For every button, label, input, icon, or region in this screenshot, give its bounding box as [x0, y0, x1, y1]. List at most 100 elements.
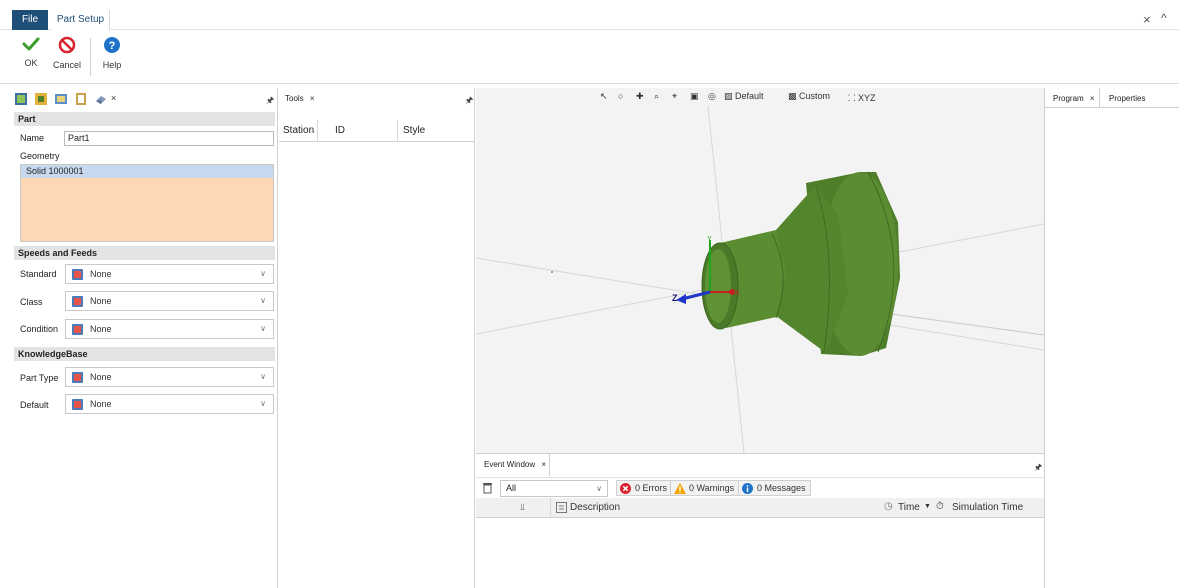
default-view-label: Default [735, 91, 764, 101]
close-tab-icon[interactable]: × [111, 93, 116, 103]
description-column-header[interactable]: Description [570, 502, 620, 513]
style-column-header[interactable]: Style [403, 125, 425, 136]
ribbon-separator [90, 38, 91, 76]
collapse-ribbon-icon[interactable]: ^ [1161, 11, 1167, 25]
chevron-down-icon: ∨ [260, 372, 266, 381]
xyz-view-button[interactable]: ⸬ XYZ [848, 91, 875, 104]
ok-label: OK [24, 58, 38, 68]
help-button[interactable]: ? Help [97, 36, 127, 80]
standard-dropdown[interactable]: None ∨ [65, 264, 274, 284]
clock-icon: ◷ [884, 501, 893, 512]
help-icon: ? [104, 37, 120, 53]
pin-icon[interactable]: 🖈 [1034, 460, 1042, 476]
station-column-header[interactable]: Station [283, 125, 314, 136]
class-value: None [90, 296, 112, 306]
list-item[interactable]: Solid 1000001 [21, 165, 273, 178]
time-column-header[interactable]: Time [898, 502, 920, 513]
close-tab-icon[interactable]: × [541, 460, 546, 469]
default-value: None [90, 399, 112, 409]
part-type-dropdown[interactable]: None ∨ [65, 367, 274, 387]
close-icon[interactable]: × [1143, 12, 1151, 27]
svg-text:?: ? [109, 40, 116, 52]
condition-value: None [90, 324, 112, 334]
event-toolbar: All ∨ 0 Errors 0 Warnings 0 Messages [476, 477, 1044, 498]
zoom-window-icon[interactable]: ⌖ [672, 91, 677, 102]
part-type-value: None [90, 372, 112, 382]
zoom-icon[interactable]: ⌕ [654, 91, 659, 102]
part-setup-tab[interactable]: Part Setup [52, 10, 110, 30]
tree-icon[interactable]: ⫫ [520, 502, 525, 513]
scene-point [551, 271, 553, 273]
simulation-time-column-header[interactable]: Simulation Time [952, 502, 1023, 513]
close-tab-icon[interactable]: × [1090, 94, 1095, 103]
column-divider [397, 120, 398, 142]
pin-icon[interactable]: 🖈 [465, 93, 473, 109]
stock-setup-icon[interactable] [34, 92, 48, 106]
warnings-filter-button[interactable]: 0 Warnings [670, 480, 740, 496]
database-icon [72, 324, 83, 335]
z-axis-label: Z [672, 293, 678, 303]
default-label: Default [20, 400, 49, 410]
tab-properties[interactable]: Properties [1109, 94, 1145, 103]
close-tab-icon[interactable]: × [310, 94, 315, 103]
y-axis-label: Y [707, 236, 712, 243]
tab-tools[interactable]: Tools × [285, 94, 315, 103]
tools-panel: Tools × 🖈 Station ID Style [279, 88, 475, 588]
ok-button[interactable]: OK [18, 36, 44, 80]
id-column-header[interactable]: ID [335, 125, 345, 136]
database-icon [72, 372, 83, 383]
database-icon [72, 269, 83, 280]
description-icon [556, 502, 567, 513]
geometry-list[interactable]: Solid 1000001 [20, 164, 274, 242]
visibility-icon[interactable]: ◎ [708, 91, 716, 102]
cancel-button[interactable]: Cancel [50, 36, 84, 80]
file-tab[interactable]: File [12, 10, 48, 30]
chevron-down-icon: ∨ [596, 484, 602, 493]
column-divider [317, 120, 318, 142]
select-arrow-icon[interactable]: ↖ [600, 91, 608, 102]
fixture-setup-icon[interactable] [54, 92, 68, 106]
clipboard-icon[interactable] [74, 92, 88, 106]
trash-icon[interactable] [482, 481, 493, 494]
tab-event-window[interactable]: Event Window × [476, 454, 550, 476]
tab-program[interactable]: Program × [1053, 94, 1095, 103]
tab-divider [1099, 88, 1100, 108]
stopwatch-icon: ⏱ [936, 501, 944, 512]
tools-tab-label: Tools [285, 94, 304, 103]
tools-table-header: Station ID Style [279, 120, 474, 142]
3d-viewport[interactable]: Z Y X ↖ ○ ✚ ⌕ ⌖ ▣ ◎ ▨ Default ▩ Custom ⸬… [476, 88, 1044, 453]
errors-filter-button[interactable]: 0 Errors [616, 480, 673, 496]
default-dropdown[interactable]: None ∨ [65, 394, 274, 414]
chevron-down-icon: ∨ [260, 269, 266, 278]
event-filter-value: All [506, 483, 517, 493]
geometry-tab-icon[interactable] [94, 92, 108, 106]
part-model [701, 171, 900, 356]
class-dropdown[interactable]: None ∨ [65, 291, 274, 311]
pin-icon[interactable]: 🖈 [266, 93, 274, 109]
cube-view-icon[interactable]: ▣ [690, 91, 699, 102]
event-table-header: ⫫ Description ◷ Time ▼ ⏱ Simulation Time [476, 498, 1044, 518]
event-window-tab-label: Event Window [484, 460, 536, 469]
pan-icon[interactable]: ✚ [636, 91, 644, 102]
name-input[interactable]: Part1 [64, 131, 274, 146]
custom-view-label: Custom [799, 91, 831, 101]
info-icon [742, 483, 753, 494]
default-view-button[interactable]: ▨ Default [724, 91, 764, 102]
sort-down-icon[interactable]: ▼ [924, 503, 931, 510]
condition-dropdown[interactable]: None ∨ [65, 319, 274, 339]
chevron-down-icon: ∨ [260, 324, 266, 333]
event-filter-dropdown[interactable]: All ∨ [500, 480, 608, 497]
database-icon [72, 296, 83, 307]
errors-count: 0 Errors [635, 483, 668, 493]
ribbon: OK Cancel ? Help [0, 30, 1179, 84]
cancel-icon [58, 36, 76, 54]
part-type-label: Part Type [20, 373, 59, 383]
event-window: Event Window × 🖈 All ∨ 0 Errors 0 Warnin… [476, 453, 1044, 588]
column-divider [550, 498, 551, 518]
chevron-down-icon: ∨ [260, 399, 266, 408]
condition-label: Condition [20, 324, 59, 334]
rotate-icon[interactable]: ○ [618, 91, 623, 101]
custom-view-button[interactable]: ▩ Custom [788, 91, 830, 102]
part-setup-icon[interactable] [14, 92, 28, 106]
messages-filter-button[interactable]: 0 Messages [738, 480, 811, 496]
